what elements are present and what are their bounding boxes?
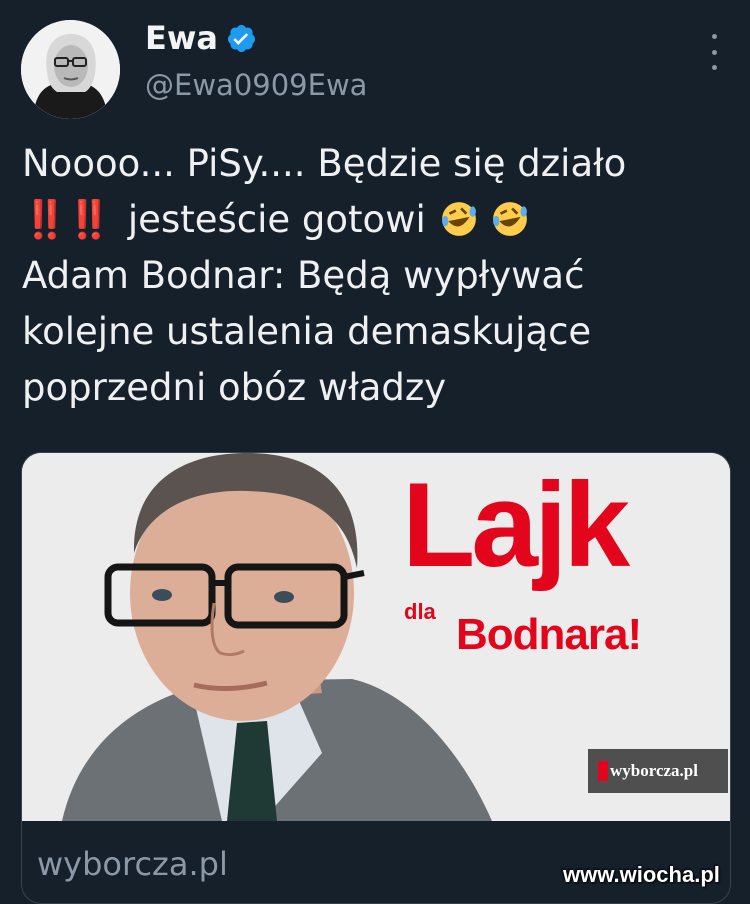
site-watermark: www.wiocha.pl: [563, 862, 720, 887]
publisher-logo: wyborcza.pl: [588, 749, 728, 793]
tweet-line-3: Adam Bodnar: Będą wypływać: [22, 254, 585, 297]
link-preview-card[interactable]: Lajk dla Bodnara! wyborcza.pl: [21, 452, 731, 904]
verified-badge-icon: [227, 24, 256, 52]
tweet-line-2: ‼️‼️ jesteście gotowi: [22, 192, 737, 248]
tweet-line-1: Noooo... PiSy.... Będzie się działo: [22, 142, 627, 185]
rolling-on-floor-laughing-icon: [493, 202, 528, 236]
tweet-text: Noooo... PiSy.... Będzie się działo ‼️‼️…: [22, 136, 737, 416]
card-image[interactable]: Lajk dla Bodnara! wyborcza.pl: [22, 453, 730, 821]
avatar-photo: [21, 20, 120, 119]
publisher-logo-mark: [598, 761, 608, 781]
tweet-line-2-text: jesteście gotowi: [127, 198, 426, 241]
author-avatar[interactable]: [21, 20, 120, 119]
author-name[interactable]: Ewa: [145, 22, 218, 54]
tweet-line-5: poprzedni obóz władzy: [22, 366, 447, 409]
double-exclamation-icon: ‼️‼️: [22, 198, 112, 241]
author-handle[interactable]: @Ewa0909Ewa: [145, 68, 367, 102]
tweet-line-4: kolejne ustalenia demaskujące: [22, 310, 592, 353]
rolling-on-floor-laughing-icon: [441, 202, 476, 236]
publisher-logo-text: wyborcza.pl: [610, 761, 698, 780]
image-headline-name: Bodnara!: [456, 610, 642, 659]
card-domain[interactable]: wyborcza.pl: [37, 845, 228, 883]
image-headline: Lajk: [402, 458, 630, 592]
image-headline-small: dla: [404, 599, 436, 624]
more-vertical-icon[interactable]: [705, 34, 723, 70]
